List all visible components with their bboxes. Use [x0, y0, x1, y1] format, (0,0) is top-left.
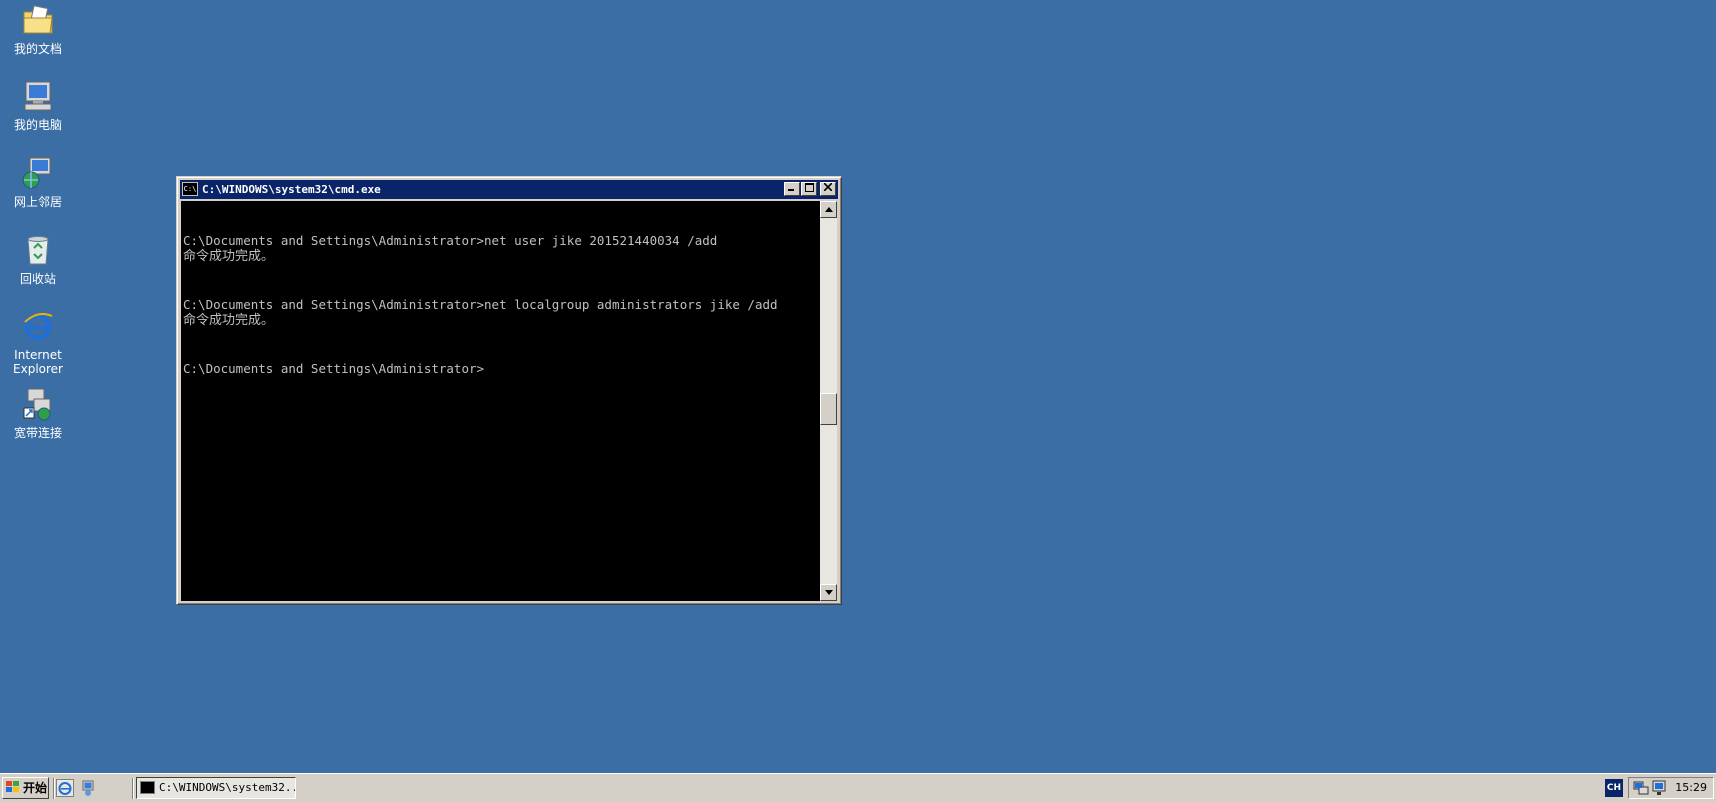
minimize-button[interactable]: [784, 182, 800, 196]
desktop-icon-label: Internet Explorer: [13, 348, 63, 376]
close-icon: [823, 182, 833, 192]
window-title: C:\WINDOWS\system32\cmd.exe: [202, 183, 381, 196]
taskbar: 开始 C:\WINDOWS\system32... CH 15:29: [0, 773, 1716, 802]
internet-explorer-icon[interactable]: [56, 779, 74, 797]
internet-explorer-icon: [24, 313, 53, 340]
cmd-app-icon: [140, 781, 155, 794]
console-line: C:\Documents and Settings\Administrator>…: [183, 233, 718, 248]
maximize-icon: [804, 183, 814, 192]
network-connection-icon[interactable]: [1651, 780, 1667, 796]
quicklaunch-separator: [132, 778, 134, 799]
system-clock[interactable]: 15:29: [1675, 778, 1707, 798]
desktop-icon-label: 宽带连接: [13, 426, 62, 440]
my-computer-icon: [24, 81, 52, 111]
start-button[interactable]: 开始: [2, 777, 49, 799]
language-indicator[interactable]: CH: [1605, 779, 1623, 797]
console-line: C:\Documents and Settings\Administrator>…: [183, 297, 778, 312]
quicklaunch-separator: [53, 778, 55, 799]
arrow-down-icon: [824, 590, 833, 595]
taskbar-button-cmd[interactable]: C:\WINDOWS\system32...: [136, 777, 296, 799]
taskbar-button-label: C:\WINDOWS\system32...: [159, 781, 296, 794]
desktop-icon-label: 网上邻居: [13, 195, 62, 209]
system-tray: 15:29: [1628, 777, 1714, 799]
desktop-icon-label: 我的电脑: [13, 118, 62, 132]
broadband-connection-icon: [23, 388, 51, 421]
window-titlebar[interactable]: C:\ C:\WINDOWS\system32\cmd.exe: [180, 180, 838, 199]
start-label: 开始: [23, 781, 48, 795]
console-output[interactable]: C:\Documents and Settings\Administrator>…: [181, 201, 821, 601]
desktop-icon-internet-explorer[interactable]: Internet Explorer: [0, 308, 76, 376]
show-desktop-icon[interactable]: [79, 779, 97, 797]
desktop-icon-label: 我的文档: [13, 42, 62, 56]
desktop-icon-broadband-connection[interactable]: 宽带连接: [0, 386, 76, 440]
network-status-icon[interactable]: [1633, 780, 1649, 796]
vertical-scrollbar[interactable]: [820, 201, 837, 601]
network-places-icon: [22, 157, 51, 189]
windows-flag-icon: [6, 781, 19, 792]
scroll-down-button[interactable]: [820, 584, 837, 601]
console-line: 命令成功完成。: [183, 249, 275, 264]
desktop-icon-network-places[interactable]: 网上邻居: [0, 155, 76, 209]
desktop-icon-label: 回收站: [19, 272, 56, 286]
console-line: 命令成功完成。: [183, 313, 275, 328]
close-button[interactable]: [820, 182, 836, 196]
scrollbar-thumb[interactable]: [820, 393, 837, 425]
minimize-icon: [788, 189, 794, 191]
desktop-icon-my-computer[interactable]: 我的电脑: [0, 78, 76, 132]
cmd-app-icon[interactable]: C:\: [182, 182, 198, 196]
arrow-up-icon: [824, 207, 833, 212]
my-documents-icon: [23, 5, 53, 34]
desktop-icon-recycle-bin[interactable]: 回收站: [0, 232, 76, 286]
recycle-bin-icon: [27, 236, 49, 265]
cmd-window[interactable]: C:\ C:\WINDOWS\system32\cmd.exe C:\Docum…: [176, 176, 842, 605]
console-prompt-line: C:\Documents and Settings\Administrator>: [183, 361, 485, 376]
scroll-up-button[interactable]: [820, 201, 837, 218]
maximize-button[interactable]: [801, 182, 817, 196]
desktop-icon-my-documents[interactable]: 我的文档: [0, 2, 76, 56]
